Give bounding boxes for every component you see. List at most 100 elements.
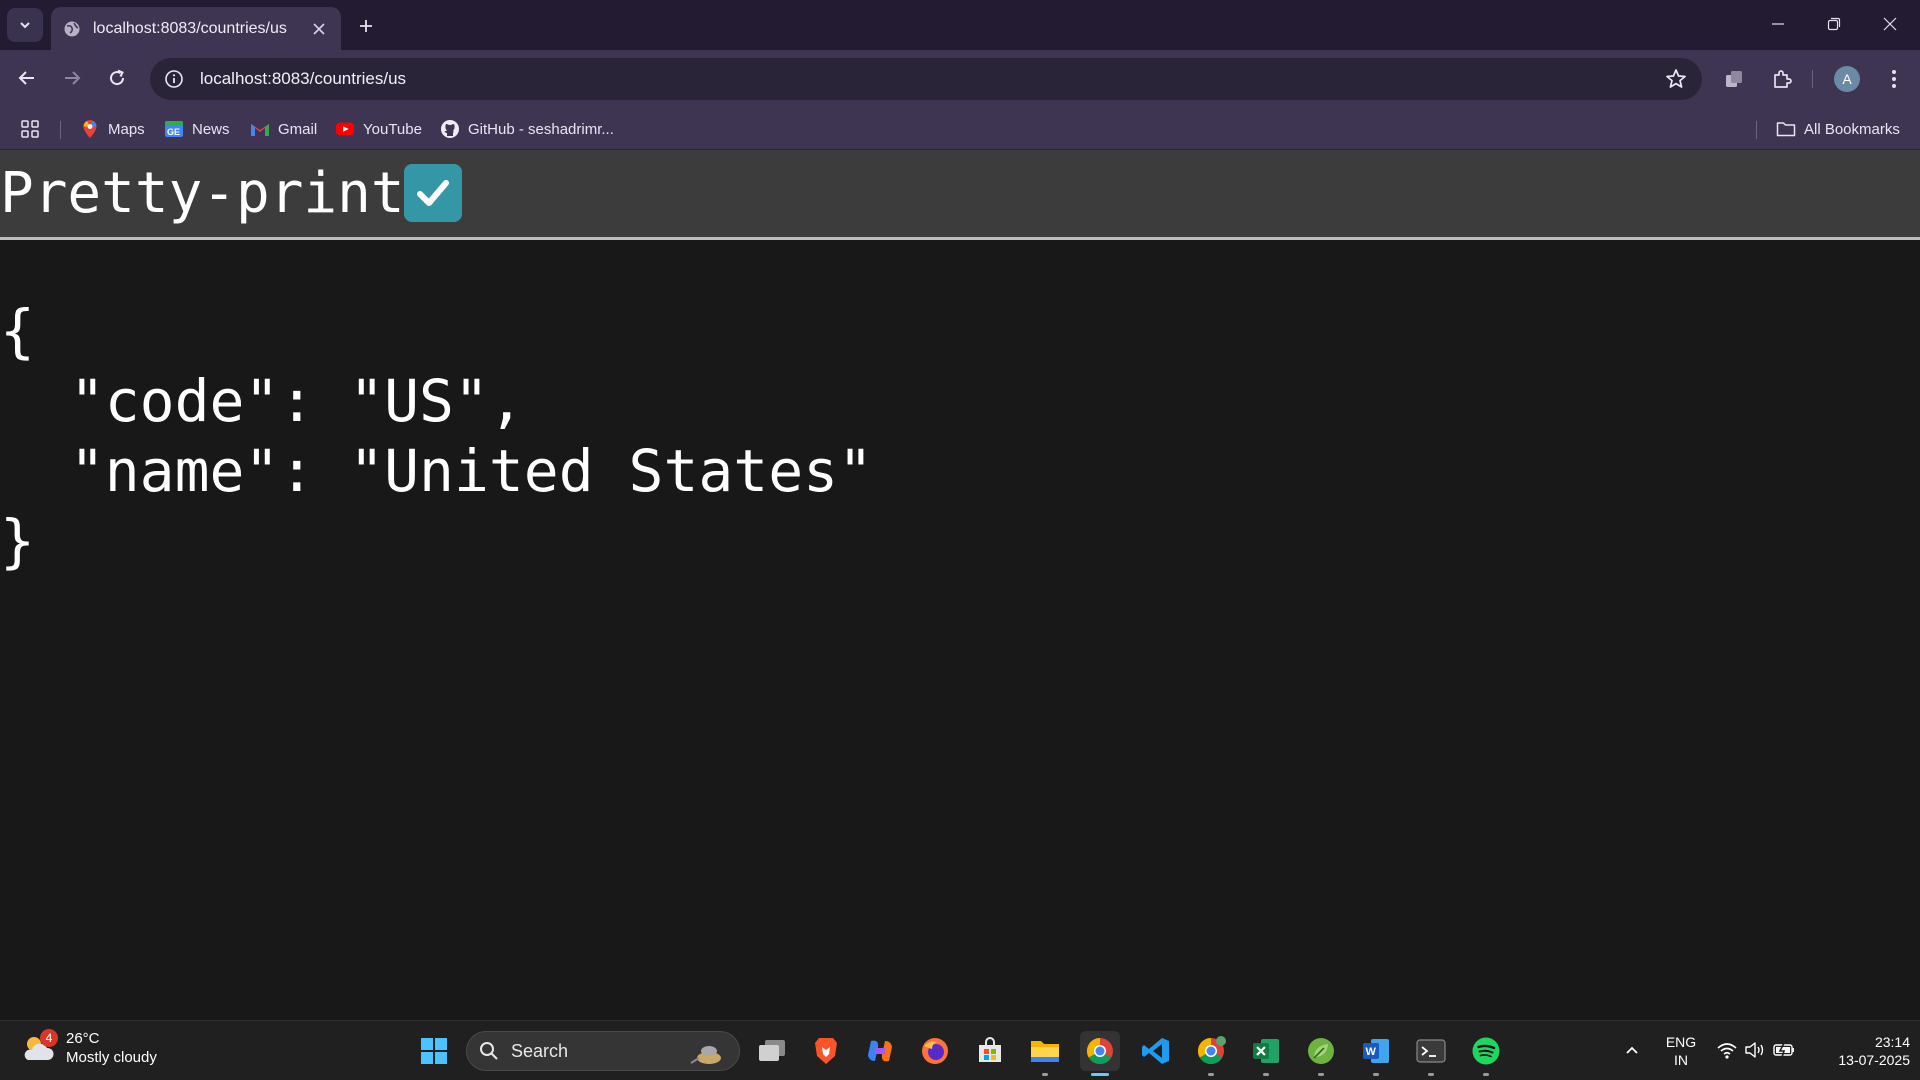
all-bookmarks-button[interactable]: All Bookmarks [1776, 116, 1900, 142]
back-button[interactable] [8, 59, 46, 97]
bookmarks-separator [60, 121, 61, 139]
system-tray-status[interactable] [1716, 1035, 1796, 1065]
search-placeholder: Search [511, 1040, 569, 1061]
bookmarks-separator [1756, 121, 1757, 139]
taskbar-vscode[interactable] [1136, 1031, 1176, 1071]
bookmark-gmail[interactable]: Gmail [250, 116, 317, 142]
apps-button[interactable] [20, 116, 40, 142]
terminal-icon [1416, 1039, 1446, 1063]
excel-icon [1253, 1039, 1279, 1063]
taskbar-terminal[interactable] [1411, 1031, 1451, 1076]
folder-icon [1031, 1041, 1059, 1062]
news-icon: GE [164, 119, 184, 139]
spring-leaf-icon [1308, 1038, 1334, 1064]
restore-button[interactable] [1814, 8, 1854, 40]
pretty-print-bar: Pretty-print [0, 150, 1920, 240]
toolbar-separator [1812, 70, 1813, 88]
tab-title: localhost:8083/countries/us [93, 19, 287, 37]
windows-logo-icon [421, 1038, 447, 1064]
browser-title-bar: localhost:8083/countries/us [0, 0, 1920, 50]
json-line: "name": "United States" [0, 437, 873, 505]
bookmark-label: Gmail [278, 120, 318, 138]
copilot-icon [868, 1040, 892, 1062]
forward-button[interactable] [53, 59, 91, 97]
tab-close-button[interactable] [307, 17, 331, 41]
json-viewer: { "code": "US", "name": "United States"} [0, 296, 873, 576]
taskbar-chrome-active[interactable] [1080, 1031, 1120, 1076]
vscode-icon [1142, 1038, 1169, 1064]
taskbar-firefox[interactable] [915, 1031, 955, 1071]
taskbar-search[interactable]: Search [466, 1031, 740, 1071]
checkmark-icon [417, 180, 449, 206]
language-code: ENG [1665, 1034, 1697, 1050]
youtube-icon [335, 119, 355, 139]
reload-icon [110, 69, 125, 86]
start-button[interactable] [414, 1031, 454, 1071]
plus-icon [360, 20, 372, 32]
new-tab-button[interactable] [352, 12, 380, 40]
extension-cube-icon [1726, 71, 1742, 87]
running-indicator [1263, 1073, 1269, 1076]
clock-time: 23:14 [1874, 1034, 1910, 1050]
taskbar-brave[interactable] [806, 1031, 846, 1071]
arrow-right-icon [65, 71, 81, 85]
reload-button[interactable] [98, 59, 136, 97]
chrome-icon [1197, 1036, 1226, 1065]
taskbar-chrome-profile[interactable] [1191, 1031, 1231, 1076]
close-window-button[interactable] [1870, 8, 1910, 40]
system-clock[interactable]: 23:14 13-07-2025 [1810, 1033, 1910, 1069]
taskbar-ms-store[interactable] [970, 1031, 1010, 1071]
bookmark-star-icon[interactable] [1664, 67, 1688, 91]
extension-button[interactable] [1718, 63, 1750, 95]
json-line: "code": "US", [0, 367, 524, 435]
taskbar-spring-tools[interactable] [1301, 1031, 1341, 1076]
bookmark-label: News [192, 120, 230, 138]
info-icon[interactable] [164, 69, 184, 89]
bookmark-label: GitHub - seshadrimr... [468, 120, 614, 138]
taskbar-file-explorer[interactable] [1025, 1031, 1065, 1076]
chevron-up-icon [1626, 1046, 1638, 1054]
address-url[interactable]: localhost:8083/countries/us [200, 69, 1664, 89]
firefox-icon [922, 1038, 948, 1064]
svg-text:GE: GE [167, 127, 180, 137]
volume-icon [1745, 1042, 1764, 1058]
arrow-left-icon [18, 71, 34, 85]
tab-search-button[interactable] [7, 8, 43, 42]
input-language-indicator[interactable]: ENG IN [1664, 1033, 1698, 1069]
word-icon: W [1363, 1039, 1389, 1063]
weather-temp: 26°C [66, 1030, 100, 1047]
address-bar[interactable]: localhost:8083/countries/us [150, 58, 1702, 100]
menu-button[interactable] [1878, 63, 1910, 95]
show-hidden-icons-button[interactable] [1620, 1035, 1644, 1065]
taskbar-spotify[interactable] [1466, 1031, 1506, 1076]
running-indicator [1042, 1073, 1048, 1076]
all-bookmarks-label: All Bookmarks [1804, 120, 1900, 138]
store-icon [979, 1037, 1001, 1062]
svg-text:W: W [1366, 1046, 1377, 1058]
search-highlight-icon [690, 1046, 721, 1064]
running-indicator [1318, 1073, 1324, 1076]
bookmark-maps[interactable]: Maps [80, 116, 145, 142]
taskbar-copilot[interactable] [860, 1031, 900, 1071]
clock-date: 13-07-2025 [1838, 1052, 1910, 1068]
kebab-menu-icon [1892, 70, 1896, 88]
task-view-button[interactable] [752, 1031, 792, 1071]
bookmark-label: Maps [108, 120, 145, 138]
taskbar-word[interactable]: W [1356, 1031, 1396, 1076]
running-indicator [1483, 1073, 1489, 1076]
bookmark-news[interactable]: GE News [164, 116, 230, 142]
json-line: { [0, 297, 35, 365]
minimize-button[interactable] [1758, 8, 1798, 40]
extensions-button[interactable] [1766, 63, 1798, 95]
notification-badge: 4 [40, 1029, 58, 1047]
bookmark-github[interactable]: GitHub - seshadrimr... [440, 116, 614, 142]
bookmark-youtube[interactable]: YouTube [335, 116, 422, 142]
folder-icon [1776, 119, 1796, 139]
pretty-print-checkbox[interactable] [404, 164, 462, 222]
apps-grid-icon [21, 120, 39, 138]
profile-avatar[interactable]: A [1834, 66, 1860, 92]
bookmark-label: YouTube [363, 120, 422, 138]
active-tab[interactable]: localhost:8083/countries/us [51, 7, 341, 50]
close-icon [1883, 17, 1897, 31]
taskbar-excel[interactable] [1246, 1031, 1286, 1076]
